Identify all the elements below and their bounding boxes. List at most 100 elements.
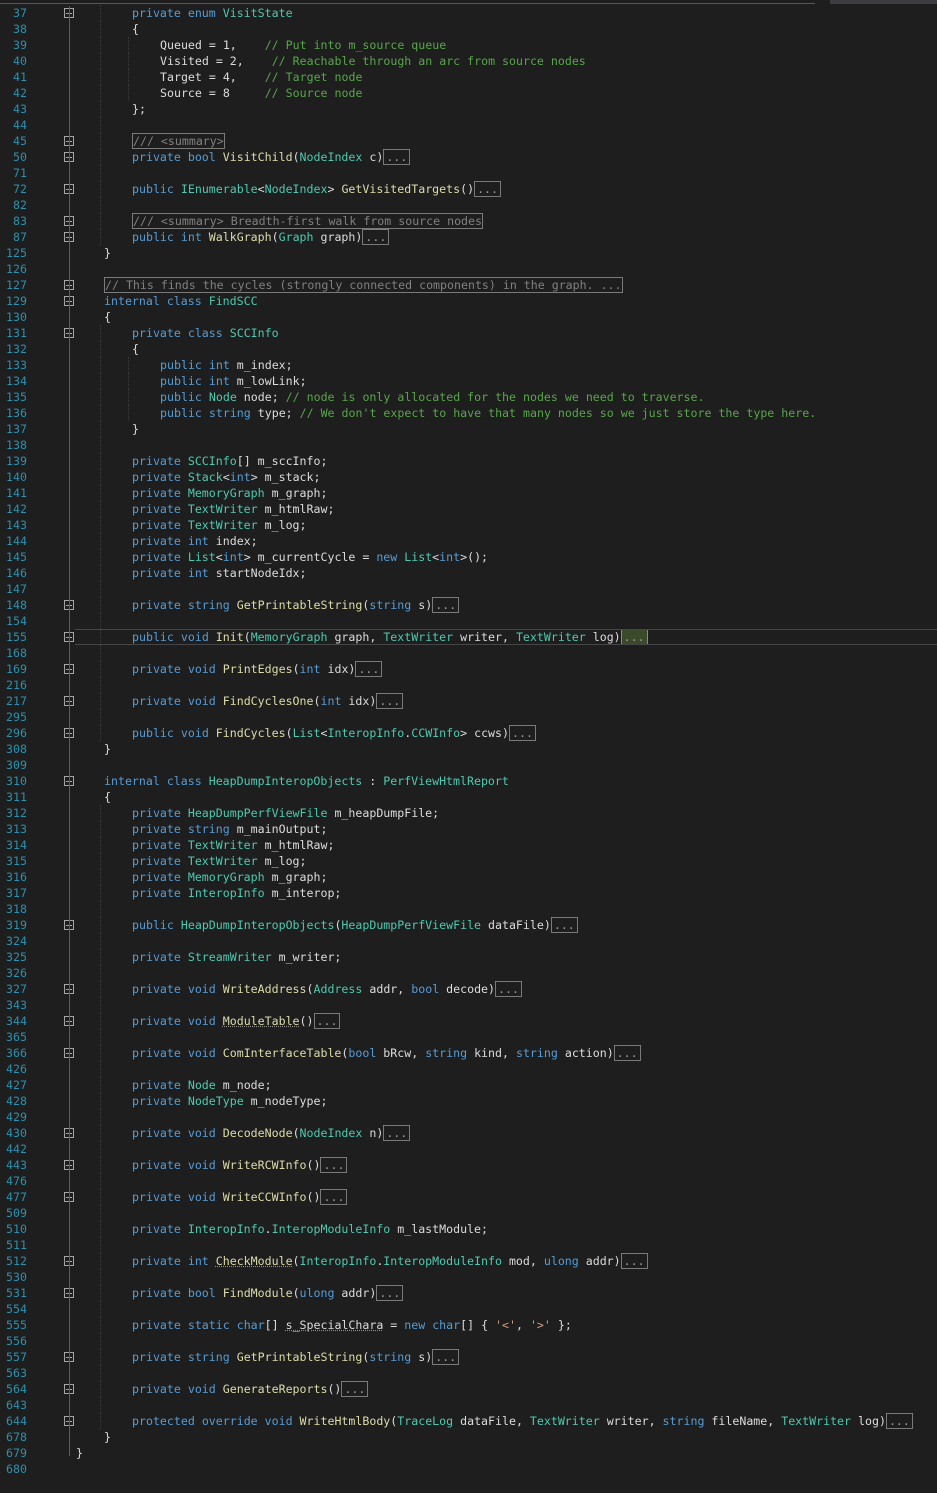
code-line[interactable]: 476	[0, 1173, 937, 1189]
code-line[interactable]: 148 private string GetPrintableString(str…	[0, 597, 937, 613]
code-line[interactable]: 132 {	[0, 341, 937, 357]
code-line[interactable]: 311 {	[0, 789, 937, 805]
code-line[interactable]: 442	[0, 1141, 937, 1157]
code-line[interactable]: 319 public HeapDumpInteropObjects(HeapDum…	[0, 917, 937, 933]
code-line[interactable]: 555 private static char[] s_SpecialChara …	[0, 1317, 937, 1333]
code-line[interactable]: 147	[0, 581, 937, 597]
collapsed-region-marker[interactable]: ...	[341, 1381, 369, 1397]
code-line[interactable]: 316 private MemoryGraph m_graph;	[0, 869, 937, 885]
code-line[interactable]: 136 public string type; // We don't expec…	[0, 405, 937, 421]
code-line[interactable]: 133 public int m_index;	[0, 357, 937, 373]
code-line[interactable]: 531 private bool FindModule(ulong addr)..…	[0, 1285, 937, 1301]
collapsed-region-marker[interactable]: ...	[383, 1125, 411, 1141]
code-line[interactable]: 313 private string m_mainOutput;	[0, 821, 937, 837]
collapsed-region-marker[interactable]: ...	[376, 1285, 404, 1301]
code-line[interactable]: 82	[0, 197, 937, 213]
collapsed-region-marker[interactable]: ...	[313, 1013, 341, 1029]
code-line[interactable]: 138	[0, 437, 937, 453]
code-line[interactable]: 326	[0, 965, 937, 981]
collapsed-region-marker[interactable]: /// <summary>	[132, 133, 225, 149]
code-line[interactable]: 318	[0, 901, 937, 917]
code-line[interactable]: 643	[0, 1397, 937, 1413]
code-line[interactable]: 72 public IEnumerable<NodeIndex> GetVisit…	[0, 181, 937, 197]
code-line[interactable]: 310 internal class HeapDumpInteropObjects…	[0, 773, 937, 789]
code-line[interactable]: 41 Target = 4, // Target node	[0, 69, 937, 85]
code-line[interactable]: 130 {	[0, 309, 937, 325]
code-line[interactable]: 39 Queued = 1, // Put into m_source queue	[0, 37, 937, 53]
code-line[interactable]: 679}	[0, 1445, 937, 1461]
code-line[interactable]: 125}	[0, 245, 937, 261]
collapsed-region-marker[interactable]: ...	[320, 1157, 348, 1173]
code-line[interactable]: 678}	[0, 1429, 937, 1445]
code-line[interactable]: 217 private void FindCyclesOne(int idx)..…	[0, 693, 937, 709]
code-line[interactable]: 365	[0, 1029, 937, 1045]
code-line[interactable]: 530	[0, 1269, 937, 1285]
code-line[interactable]: 429	[0, 1109, 937, 1125]
code-line[interactable]: 50 private bool VisitChild(NodeIndex c)..…	[0, 149, 937, 165]
code-line[interactable]: 430 private void DecodeNode(NodeIndex n).…	[0, 1125, 937, 1141]
code-line[interactable]: 154	[0, 613, 937, 629]
code-line[interactable]: 216	[0, 677, 937, 693]
code-line[interactable]: 426	[0, 1061, 937, 1077]
code-line[interactable]: 557 private string GetPrintableString(str…	[0, 1349, 937, 1365]
code-line[interactable]: 40 Visited = 2, // Reachable through an a…	[0, 53, 937, 69]
code-line[interactable]: 141 private MemoryGraph m_graph;	[0, 485, 937, 501]
collapsed-region-marker[interactable]: ...	[474, 181, 502, 197]
code-line[interactable]: 143 private TextWriter m_log;	[0, 517, 937, 533]
code-line[interactable]: 556	[0, 1333, 937, 1349]
code-line[interactable]: 427 private Node m_node;	[0, 1077, 937, 1093]
collapsed-region-marker[interactable]: ...	[495, 981, 522, 997]
code-line[interactable]: 509	[0, 1205, 937, 1221]
code-line[interactable]: 296 public void FindCycles(List<InteropIn…	[0, 725, 937, 741]
code-line[interactable]: 314 private TextWriter m_htmlRaw;	[0, 837, 937, 853]
code-line[interactable]: 324	[0, 933, 937, 949]
code-line[interactable]: 317 private InteropInfo m_interop;	[0, 885, 937, 901]
code-line[interactable]: 511	[0, 1237, 937, 1253]
code-line[interactable]: 309	[0, 757, 937, 773]
code-line[interactable]: 315 private TextWriter m_log;	[0, 853, 937, 869]
collapsed-region-marker[interactable]: ...	[885, 1413, 913, 1429]
code-line[interactable]: 131 private class SCCInfo	[0, 325, 937, 341]
collapsed-region-marker[interactable]: ...	[550, 917, 578, 933]
code-line[interactable]: 145 private List<int> m_currentCycle = ne…	[0, 549, 937, 565]
code-line[interactable]: 554	[0, 1301, 937, 1317]
collapsed-region-marker[interactable]: ...	[613, 1045, 641, 1061]
code-line[interactable]: 510 private InteropInfo.InteropModuleInfo…	[0, 1221, 937, 1237]
code-line[interactable]: 327 private void WriteAddress(Address add…	[0, 981, 937, 997]
code-line[interactable]: 563	[0, 1365, 937, 1381]
code-line[interactable]: 366 private void ComInterfaceTable(bool b…	[0, 1045, 937, 1061]
code-line[interactable]: 126	[0, 261, 937, 277]
code-line[interactable]: 308}	[0, 741, 937, 757]
collapsed-region-marker[interactable]: ...	[355, 661, 383, 677]
code-line[interactable]: 140 private Stack<int> m_stack;	[0, 469, 937, 485]
collapsed-region-marker[interactable]: /// <summary> Breadth-first walk from so…	[132, 213, 484, 229]
collapsed-region-marker[interactable]: ...	[376, 693, 404, 709]
code-line[interactable]: 43};	[0, 101, 937, 117]
collapsed-region-marker[interactable]: ...	[362, 229, 390, 245]
code-line[interactable]: 42 Source = 8 // Source node	[0, 85, 937, 101]
code-line[interactable]: 146 private int startNodeIdx;	[0, 565, 937, 581]
code-line[interactable]: 38 {	[0, 21, 937, 37]
code-line[interactable]: 45 /// <summary>	[0, 133, 937, 149]
code-line[interactable]: 680	[0, 1461, 937, 1477]
code-line[interactable]: 168	[0, 645, 937, 661]
code-line[interactable]: 87 public int WalkGraph(Graph graph)...	[0, 229, 937, 245]
code-line[interactable]: 71	[0, 165, 937, 181]
navigation-bar[interactable]	[0, 0, 815, 4]
collapsed-region-marker[interactable]: // This finds the cycles (strongly conne…	[104, 277, 623, 293]
code-line[interactable]: 83 /// <summary> Breadth-first walk from …	[0, 213, 937, 229]
code-line[interactable]: 344 private void ModuleTable()...	[0, 1013, 937, 1029]
collapsed-region-marker[interactable]: ...	[432, 1349, 460, 1365]
code-line[interactable]: 644 protected override void WriteHtmlBody…	[0, 1413, 937, 1429]
code-line[interactable]: 144 private int index;	[0, 533, 937, 549]
code-line[interactable]: 142 private TextWriter m_htmlRaw;	[0, 501, 937, 517]
code-line[interactable]: 44	[0, 117, 937, 133]
horizontal-scrollbar[interactable]	[830, 0, 937, 4]
code-line[interactable]: 512 private int CheckModule(InteropInfo.I…	[0, 1253, 937, 1269]
code-line[interactable]: 477 private void WriteCCWInfo()...	[0, 1189, 937, 1205]
collapsed-region-marker[interactable]: ...	[432, 597, 460, 613]
code-line[interactable]: 295	[0, 709, 937, 725]
code-line[interactable]: 134 public int m_lowLink;	[0, 373, 937, 389]
code-line[interactable]: 37 private enum VisitState	[0, 5, 937, 21]
code-line[interactable]: 169 private void PrintEdges(int idx)...	[0, 661, 937, 677]
